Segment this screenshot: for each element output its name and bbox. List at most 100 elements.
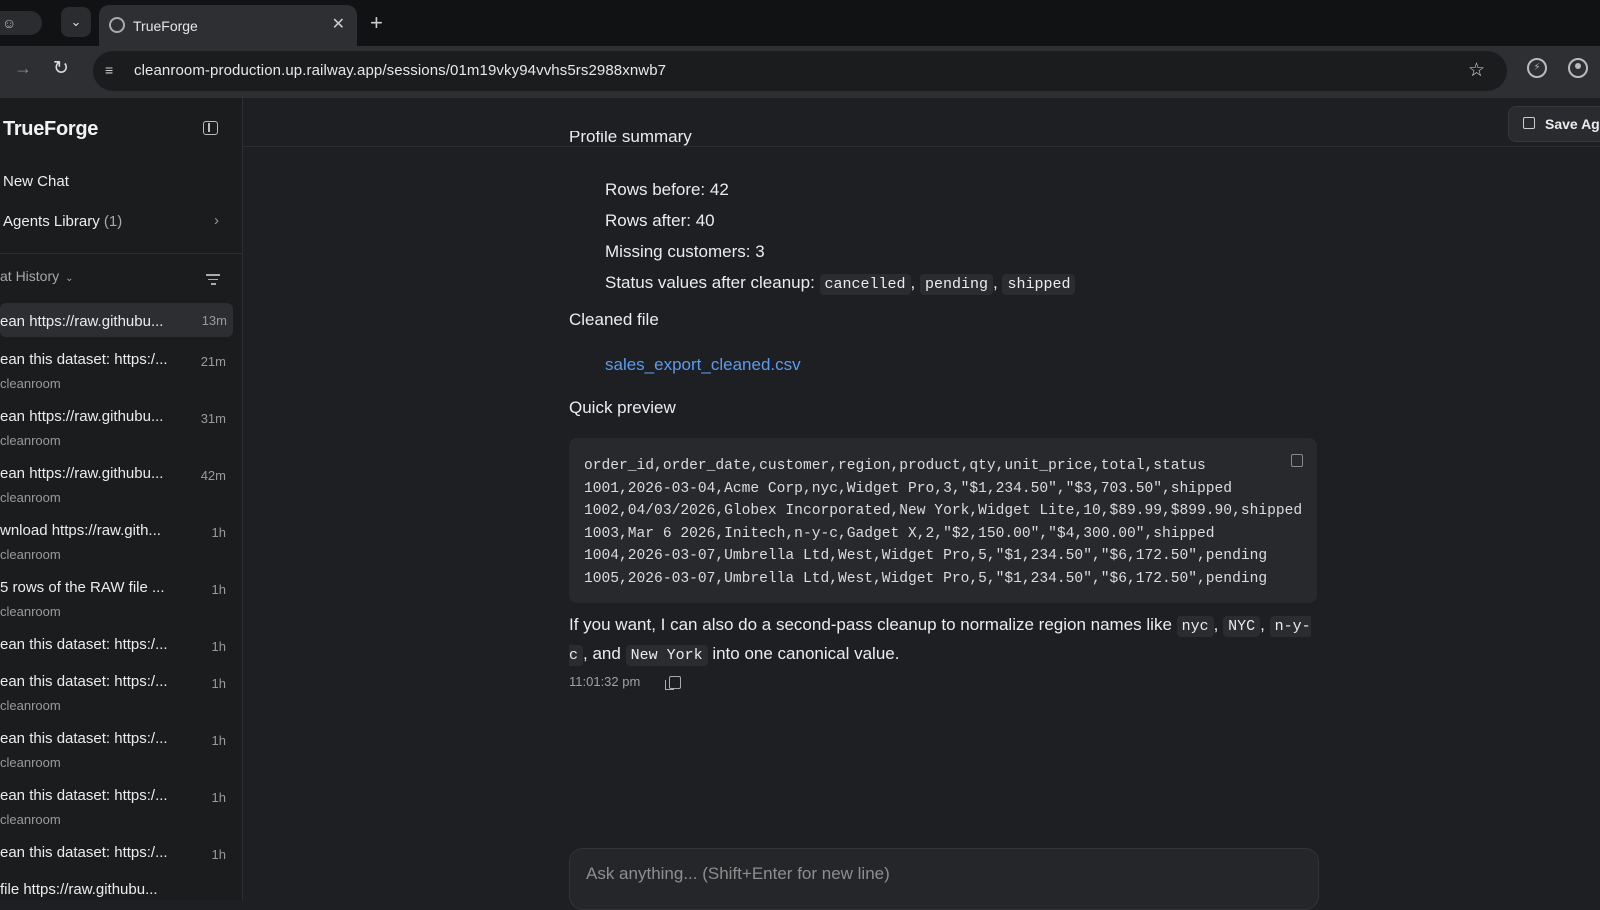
browser-toolbar: → ↻ ≡ cleanroom-production.up.railway.ap… [0, 46, 1600, 98]
new-tab-icon[interactable]: + [370, 10, 383, 36]
browser-tab-bar: ☺ ⌄ TrueForge ✕ + [0, 0, 1600, 46]
history-item[interactable]: file https://raw.githubu... [0, 871, 242, 908]
new-chat-button[interactable]: New Chat [3, 173, 69, 190]
history-item[interactable]: ean this dataset: https:/... cleanroom 1… [0, 720, 242, 777]
history-item-time: 1h [211, 847, 226, 862]
rows-before: Rows before: 42 [605, 180, 729, 199]
history-item-time: 31m [200, 411, 226, 426]
browser-tab[interactable]: TrueForge ✕ [99, 5, 357, 46]
url-text[interactable]: cleanroom-production.up.railway.app/sess… [134, 62, 666, 79]
region-chip: nyc [1176, 616, 1214, 637]
history-item[interactable]: ean this dataset: https:/... cleanroom 1… [0, 663, 242, 720]
divider [0, 253, 242, 254]
save-icon [1523, 117, 1535, 129]
history-item[interactable]: ean this dataset: https:/... cleanroom 2… [0, 341, 242, 398]
cleaned-file-heading: Cleaned file [569, 310, 659, 329]
tab-title: TrueForge [133, 18, 198, 34]
cleaned-file-link[interactable]: sales_export_cleaned.csv [605, 355, 801, 375]
reload-icon[interactable]: ↻ [53, 57, 69, 80]
copy-icon[interactable] [1291, 454, 1303, 467]
followup-part-2: into one canonical value. [712, 644, 900, 663]
chat-input[interactable] [584, 863, 1288, 885]
chat-history-list: ean https://raw.githubu... 13m ean this … [0, 303, 242, 908]
chat-main: Save Ag Profile summary Rows before: 42 … [243, 98, 1600, 910]
history-item-project: cleanroom [0, 490, 61, 505]
filter-icon[interactable] [206, 274, 220, 288]
site-settings-icon[interactable]: ≡ [105, 62, 113, 78]
history-item[interactable]: ean https://raw.githubu... cleanroom 31m [0, 398, 242, 455]
history-item[interactable]: ean this dataset: https:/... cleanroom 1… [0, 777, 242, 834]
history-item-title: file https://raw.githubu... [0, 881, 158, 898]
history-item-title: ean this dataset: https:/... [0, 787, 168, 804]
history-item-project: cleanroom [0, 604, 61, 619]
history-item-title: ean this dataset: https:/... [0, 351, 168, 368]
history-item[interactable]: ean https://raw.githubu... 13m [0, 303, 233, 337]
history-item-title: ean this dataset: https:/... [0, 673, 168, 690]
history-item[interactable]: ean this dataset: https:/... 1h [0, 626, 242, 663]
account-icon[interactable] [1568, 58, 1588, 78]
followup-text: If you want, I can also do a second-pass… [569, 615, 1311, 666]
history-item-project: cleanroom [0, 547, 61, 562]
agents-library-label: Agents Library [3, 213, 100, 230]
history-item-title: wnload https://raw.gith... [0, 522, 161, 539]
profile-stats-list: Rows before: 42 Rows after: 40 Missing c… [605, 174, 1076, 300]
quick-preview-heading: Quick preview [569, 398, 676, 417]
followup-part-1: If you want, I can also do a second-pass… [569, 615, 1172, 634]
sidebar: TrueForge New Chat Agents Library (1) › … [0, 98, 243, 900]
history-item-time: 21m [200, 354, 226, 369]
save-agent-button[interactable]: Save Ag [1508, 106, 1600, 142]
agents-library-link[interactable]: Agents Library (1) › [3, 212, 223, 230]
chevron-right-icon: › [214, 212, 219, 229]
status-values-line: Status values after cleanup: cancelled, … [605, 267, 1076, 300]
profile-summary-heading: Profile summary [569, 131, 692, 146]
rows-after: Rows after: 40 [605, 211, 715, 230]
region-chip: New York [625, 645, 708, 666]
history-item-time: 13m [201, 313, 227, 328]
history-item-title: ean this dataset: https:/... [0, 844, 168, 861]
history-item-project: cleanroom [0, 755, 61, 770]
history-item-title: ean https://raw.githubu... [0, 313, 164, 330]
history-item-title: ean this dataset: https:/... [0, 636, 168, 653]
history-item-project: cleanroom [0, 698, 61, 713]
history-item-title: ean this dataset: https:/... [0, 730, 168, 747]
copy-icon[interactable] [665, 676, 681, 690]
agents-library-count: (1) [103, 213, 123, 230]
main-header: Save Ag [243, 98, 1600, 147]
sidebar-collapse-icon[interactable] [203, 121, 218, 135]
history-item-time: 1h [211, 790, 226, 805]
extension-icon[interactable]: ⚡ [1527, 58, 1547, 78]
chat-history-toggle[interactable]: at History ⌄ [0, 268, 74, 284]
csv-preview-text: order_id,order_date,customer,region,prod… [584, 458, 1303, 587]
history-item-time: 1h [211, 733, 226, 748]
close-icon[interactable]: ✕ [332, 14, 345, 34]
history-item[interactable]: ean this dataset: https:/... 1h [0, 834, 242, 871]
history-item-time: 1h [211, 639, 226, 654]
star-icon[interactable]: ☆ [1468, 59, 1485, 82]
chevron-down-icon: ⌄ [65, 273, 74, 284]
csv-preview-codeblock: order_id,order_date,customer,region,prod… [569, 438, 1317, 603]
status-chip: shipped [1002, 274, 1076, 295]
profile-pill[interactable]: ☺ [0, 11, 42, 35]
region-chip: NYC [1223, 616, 1261, 637]
history-item-time: 1h [211, 676, 226, 691]
history-item-project: cleanroom [0, 812, 61, 827]
chevron-down-icon[interactable]: ⌄ [61, 7, 91, 37]
history-item[interactable]: wnload https://raw.gith... cleanroom 1h [0, 512, 242, 569]
chat-composer[interactable] [569, 848, 1319, 910]
chat-history-label: at History [0, 268, 60, 284]
history-item-title: 5 rows of the RAW file ... [0, 579, 165, 596]
profile-icon: ☺ [2, 15, 17, 31]
followup-and: , and [583, 644, 621, 663]
history-item[interactable]: 5 rows of the RAW file ... cleanroom 1h [0, 569, 242, 626]
history-item-project: cleanroom [0, 376, 61, 391]
history-item-project: cleanroom [0, 433, 61, 448]
forward-icon[interactable]: → [14, 58, 32, 79]
address-bar[interactable]: ≡ cleanroom-production.up.railway.app/se… [93, 51, 1507, 91]
history-item-time: 1h [211, 525, 226, 540]
missing-customers: Missing customers: 3 [605, 242, 765, 261]
history-item-title: ean https://raw.githubu... [0, 408, 164, 425]
status-chip: cancelled [819, 274, 911, 295]
save-agent-label: Save Ag [1545, 116, 1600, 132]
status-values-prefix: Status values after cleanup: [605, 273, 815, 292]
history-item[interactable]: ean https://raw.githubu... cleanroom 42m [0, 455, 242, 512]
